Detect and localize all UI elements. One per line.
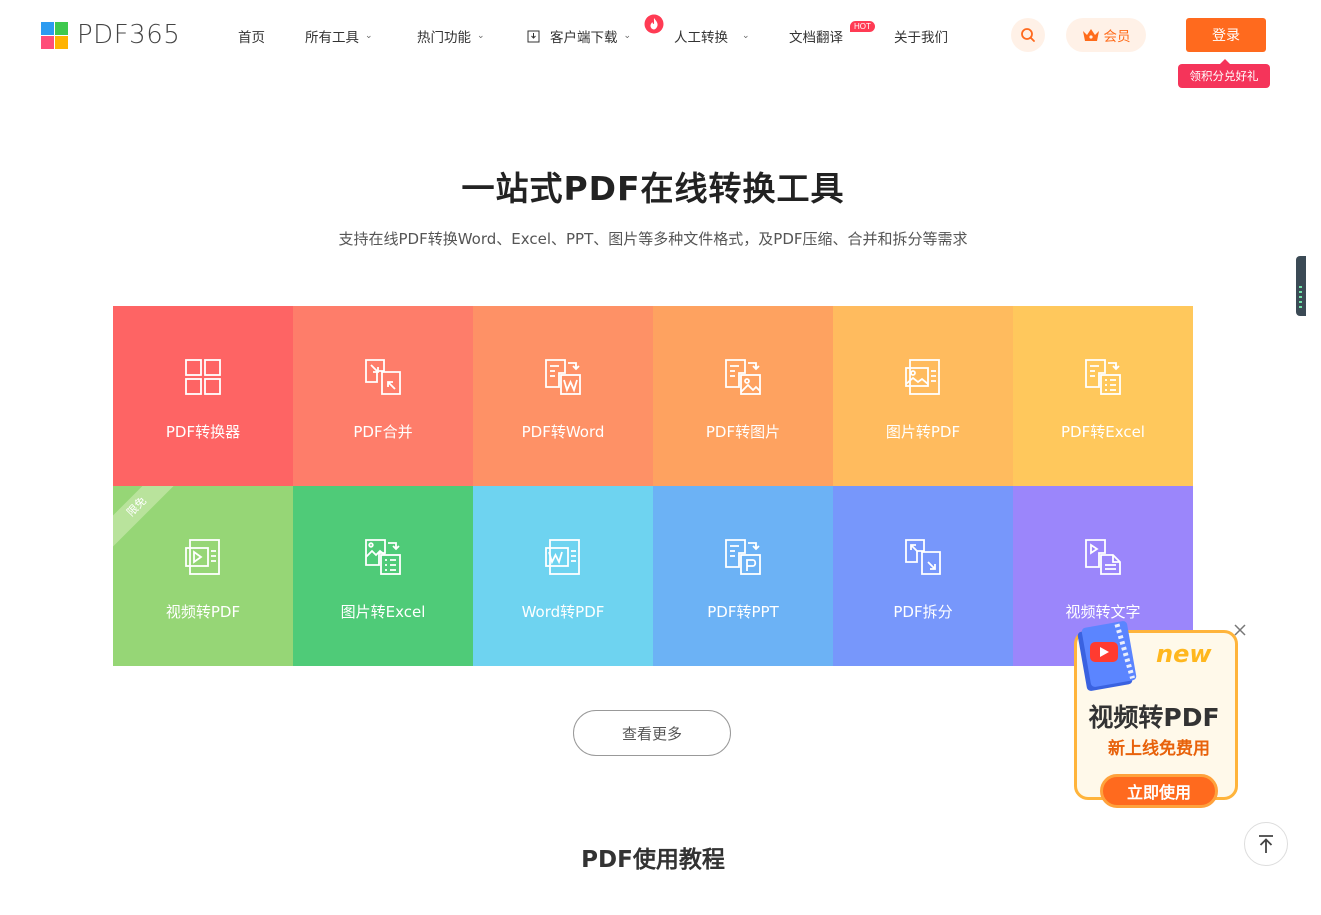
tool-pdf-to-word[interactable]: PDF转Word bbox=[473, 306, 653, 486]
tool-video-to-pdf[interactable]: 限免 视频转PDF bbox=[113, 486, 293, 666]
promo-new-label: new bbox=[1156, 640, 1212, 668]
reward-tag[interactable]: 领积分兑好礼 bbox=[1178, 59, 1270, 88]
promo-use-now-button[interactable]: 立即使用 bbox=[1100, 774, 1218, 808]
top-navbar: PDF365 首页 所有工具 ⌄ 热门功能 ⌄ 客户端下载 ⌄ 人工转换 ⌄ 文… bbox=[0, 0, 1321, 88]
tool-pdf-to-excel[interactable]: PDF转Excel bbox=[1013, 306, 1193, 486]
word-to-pdf-icon bbox=[545, 539, 580, 575]
nav-hot-features[interactable]: 热门功能 ⌄ bbox=[417, 26, 485, 46]
crown-icon bbox=[1082, 29, 1099, 41]
tool-pdf-merge[interactable]: PDF合并 bbox=[293, 306, 473, 486]
hero-subtitle: 支持在线PDF转换Word、Excel、PPT、图片等多种文件格式，及PDF压缩… bbox=[338, 230, 968, 248]
tool-label: PDF转换器 bbox=[165, 423, 241, 441]
pdf-to-excel-icon bbox=[1085, 359, 1121, 395]
side-panel-handle[interactable] bbox=[1296, 256, 1306, 316]
download-icon bbox=[527, 30, 540, 42]
image-to-pdf-icon bbox=[905, 359, 940, 395]
video-to-text-icon bbox=[1085, 539, 1121, 575]
nav-doc-translate[interactable]: 文档翻译 bbox=[789, 26, 843, 46]
search-icon bbox=[1021, 28, 1035, 42]
tool-label: PDF合并 bbox=[353, 423, 413, 441]
search-button[interactable] bbox=[1011, 18, 1045, 52]
login-button[interactable]: 登录 bbox=[1186, 18, 1266, 52]
merge-icon bbox=[365, 359, 401, 395]
tool-image-to-pdf[interactable]: 图片转PDF bbox=[833, 306, 1013, 486]
pdf-to-ppt-icon bbox=[725, 539, 761, 575]
video-to-pdf-icon bbox=[185, 539, 220, 575]
vip-button[interactable]: 会员 bbox=[1066, 18, 1146, 52]
nav-client-download[interactable]: 客户端下载 ⌄ bbox=[527, 26, 631, 46]
nav-client-download-label: 客户端下载 bbox=[550, 30, 618, 46]
video-book-icon bbox=[1077, 621, 1137, 691]
tool-image-to-excel[interactable]: 图片转Excel bbox=[293, 486, 473, 666]
vip-label: 会员 bbox=[1103, 29, 1131, 45]
promo-subtitle: 新上线免费用 bbox=[1108, 739, 1210, 759]
tool-label: 视频转PDF bbox=[165, 603, 241, 621]
chevron-down-icon: ⌄ bbox=[477, 31, 485, 41]
grid-icon bbox=[185, 359, 221, 395]
tool-pdf-split[interactable]: PDF拆分 bbox=[833, 486, 1013, 666]
arrow-up-icon bbox=[1259, 835, 1273, 853]
tool-label: 图片转PDF bbox=[885, 423, 961, 441]
image-to-excel-icon bbox=[365, 539, 401, 575]
tool-label: PDF拆分 bbox=[893, 603, 953, 621]
tool-label: PDF转PPT bbox=[707, 603, 779, 621]
nav-all-tools-label: 所有工具 bbox=[305, 30, 359, 46]
nav-manual-convert-label: 人工转换 bbox=[674, 30, 728, 46]
promo-popup[interactable]: new 视频转PDF 新上线免费用 立即使用 bbox=[1064, 618, 1244, 810]
tool-label: PDF转Word bbox=[521, 423, 605, 441]
nav-about-us[interactable]: 关于我们 bbox=[894, 26, 948, 46]
split-icon bbox=[905, 539, 941, 575]
tool-pdf-to-ppt[interactable]: PDF转PPT bbox=[653, 486, 833, 666]
tool-label: PDF转图片 bbox=[705, 423, 781, 441]
tutorial-section-title: PDF使用教程 bbox=[581, 847, 725, 873]
nav-manual-convert[interactable]: 人工转换 ⌄ bbox=[674, 26, 750, 46]
tool-grid: PDF转换器 PDF合并 PDF转Word PDF转图片 图片转PDF PDF转… bbox=[113, 306, 1193, 666]
pdf-to-image-icon bbox=[725, 359, 761, 395]
promo-title: 视频转PDF bbox=[1088, 703, 1220, 732]
site-logo[interactable]: PDF365 bbox=[41, 20, 181, 50]
hero-title: 一站式PDF在线转换工具 bbox=[461, 169, 845, 208]
tool-pdf-to-image[interactable]: PDF转图片 bbox=[653, 306, 833, 486]
nav-home-label: 首页 bbox=[238, 30, 265, 46]
nav-hot-features-label: 热门功能 bbox=[417, 30, 471, 46]
logo-mark-icon bbox=[41, 21, 68, 49]
nav-home[interactable]: 首页 bbox=[238, 26, 265, 46]
free-ribbon: 限免 bbox=[113, 486, 188, 558]
tool-word-to-pdf[interactable]: Word转PDF bbox=[473, 486, 653, 666]
nav-doc-translate-label: 文档翻译 bbox=[789, 30, 843, 46]
logo-text: PDF365 bbox=[77, 20, 181, 50]
pdf-to-word-icon bbox=[545, 359, 581, 395]
hot-badge: HOT bbox=[850, 21, 875, 32]
tool-label: 图片转Excel bbox=[340, 603, 426, 621]
close-icon[interactable] bbox=[1232, 622, 1248, 638]
flame-icon bbox=[644, 14, 664, 34]
tool-pdf-converter[interactable]: PDF转换器 bbox=[113, 306, 293, 486]
view-more-button[interactable]: 查看更多 bbox=[573, 710, 731, 756]
nav-all-tools[interactable]: 所有工具 ⌄ bbox=[305, 26, 373, 46]
tool-label: Word转PDF bbox=[521, 603, 605, 621]
nav-about-us-label: 关于我们 bbox=[894, 30, 948, 46]
chevron-down-icon: ⌄ bbox=[742, 31, 750, 41]
chevron-down-icon: ⌄ bbox=[365, 31, 373, 41]
back-to-top-button[interactable] bbox=[1244, 822, 1288, 866]
tool-label: PDF转Excel bbox=[1061, 423, 1145, 441]
chevron-down-icon: ⌄ bbox=[623, 31, 632, 41]
